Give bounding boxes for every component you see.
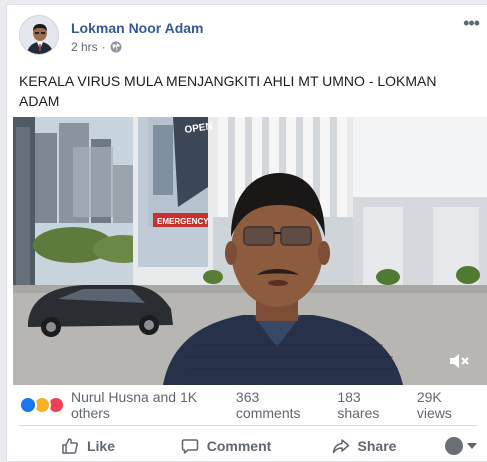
- share-icon: [332, 439, 349, 454]
- like-label: Like: [86, 438, 115, 454]
- comment-button[interactable]: Comment: [157, 431, 295, 461]
- share-label: Share: [357, 438, 397, 454]
- reaction-icons[interactable]: [19, 396, 65, 414]
- chevron-down-icon: [467, 443, 477, 449]
- shares-count[interactable]: 183 shares: [337, 389, 404, 421]
- reactor-names[interactable]: Nurul Husna and 1K others: [71, 389, 236, 421]
- video-frame: OPEN EMERGENCY: [13, 117, 487, 385]
- action-bar: Like Comment Share: [19, 431, 477, 461]
- action-divider: [19, 425, 477, 426]
- like-reaction-icon: [19, 396, 37, 414]
- post-meta: 2 hrs ·: [71, 40, 122, 54]
- engagement-counts: 363 comments 183 shares 29K views: [236, 389, 479, 421]
- comment-label: Comment: [206, 438, 272, 454]
- reactions-summary: Nurul Husna and 1K others 363 comments 1…: [19, 389, 479, 421]
- post-card: Lokman Noor Adam 2 hrs · ••• KERALA VIRU…: [6, 4, 487, 462]
- thumbs-up-icon: [62, 438, 78, 454]
- speaker-muted-icon[interactable]: [448, 351, 470, 371]
- post-header: Lokman Noor Adam 2 hrs · •••: [19, 14, 480, 59]
- author-avatar[interactable]: [19, 15, 59, 55]
- comments-count[interactable]: 363 comments: [236, 389, 325, 421]
- share-button[interactable]: Share: [295, 431, 433, 461]
- globe-icon[interactable]: [110, 41, 122, 53]
- more-options-icon[interactable]: •••: [463, 14, 480, 32]
- profile-avatar-icon: [445, 437, 463, 455]
- profile-selector[interactable]: [433, 437, 477, 455]
- post-text: KERALA VIRUS MULA MENJANGKITI AHLI MT UM…: [19, 73, 437, 109]
- post-timestamp[interactable]: 2 hrs: [71, 40, 98, 54]
- video-player[interactable]: OPEN EMERGENCY: [13, 117, 487, 385]
- author-name[interactable]: Lokman Noor Adam: [71, 20, 204, 36]
- sign-emergency-text: EMERGENCY: [157, 217, 209, 226]
- views-count[interactable]: 29K views: [417, 389, 479, 421]
- comment-icon: [181, 439, 198, 454]
- like-button[interactable]: Like: [19, 431, 157, 461]
